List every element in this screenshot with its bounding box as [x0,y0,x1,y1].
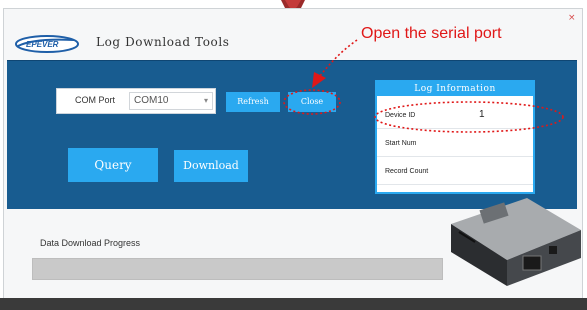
com-port-value: COM10 [134,95,169,106]
progress-label: Data Download Progress [40,238,141,248]
device-id-value: 1 [479,109,485,120]
com-port-group: COM Port COM10 ▾ [56,88,216,114]
annotation-text: Open the serial port [361,25,502,42]
device-id-label: Device ID [385,112,416,119]
epever-logo: EPEVER [15,35,79,53]
footer-strip [0,298,587,310]
com-port-label: COM Port [75,95,116,105]
record-count-label: Record Count [385,168,429,175]
app-title: Log Download Tools [96,35,230,49]
info-row-device-id: Device ID 1 [377,106,533,129]
query-button[interactable]: Query [68,148,158,182]
com-port-select[interactable]: COM10 ▾ [129,92,213,110]
start-num-label: Start Num [385,140,417,147]
logo-text: EPEVER [26,40,59,49]
info-row-record-count: Record Count [377,162,533,185]
chevron-down-icon[interactable]: ▾ [204,96,208,105]
logger-device-icon [451,198,581,286]
download-progress-bar [32,258,443,280]
log-information-title: Log Information [377,82,533,96]
info-row-start-num: Start Num [377,134,533,157]
close-window-icon[interactable]: × [568,13,578,23]
download-button[interactable]: Download [174,150,248,182]
log-information-panel: Log Information Device ID 1 Start Num Re… [375,80,535,194]
close-port-button[interactable]: Close [288,92,336,112]
refresh-button[interactable]: Refresh [226,92,280,112]
